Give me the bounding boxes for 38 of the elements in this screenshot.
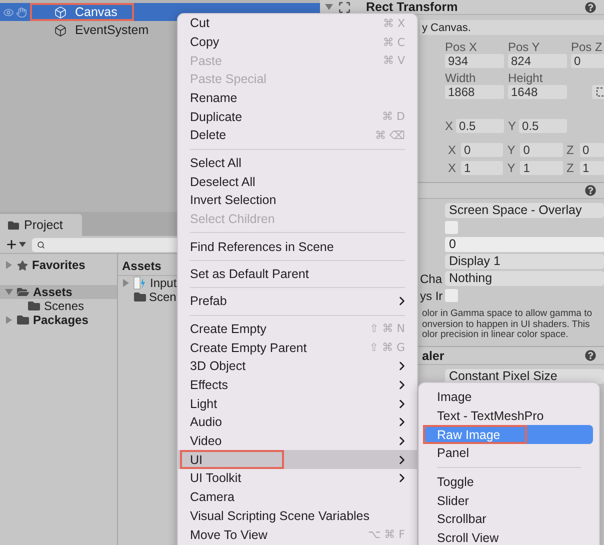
- shortcut-text: ⌘ D: [382, 110, 405, 124]
- field-label: Pos X: [445, 40, 478, 54]
- field-label: Width: [445, 71, 477, 85]
- field-label: Pos Y: [508, 40, 541, 54]
- axis-label: Z: [566, 143, 575, 157]
- object-name: Canvas: [75, 5, 118, 19]
- note-text: y Canvas.: [422, 22, 471, 34]
- axis-label: Y: [507, 143, 516, 157]
- tree-label: Assets: [33, 285, 72, 299]
- shortcut-text: ⌘ V: [382, 54, 405, 68]
- axis-label: Z: [566, 161, 575, 175]
- help-text: olor in Gamma space to allow gamma to onversion to happen in UI shaders. This olor precision in linear color space.: [421, 307, 594, 342]
- menu-item: Select Children: [189, 211, 276, 228]
- property-label: ys Ir: [420, 288, 444, 302]
- asset-label: Scen: [149, 290, 176, 304]
- component-title: aler: [422, 348, 444, 362]
- axis-label: Y: [508, 119, 516, 133]
- axis-label: Y: [507, 161, 516, 175]
- object-name: EventSystem: [75, 23, 149, 37]
- menu-item: Paste Special: [189, 71, 268, 88]
- axis-label: X: [448, 161, 458, 175]
- shortcut-text: ⌘ C: [382, 36, 405, 49]
- shortcut-text: ⇧ ⌘ G: [369, 341, 405, 354]
- shortcut-text: ⌘ X: [382, 16, 405, 30]
- tree-label: Scenes: [44, 299, 84, 313]
- asset-label: Input: [150, 276, 177, 290]
- tree-label: Favorites: [32, 258, 86, 272]
- shortcut-text: ⌥ ⌘ F: [368, 528, 405, 542]
- axis-label: X: [445, 119, 454, 133]
- component-title: Rect Transform: [366, 0, 458, 14]
- shortcut-text: ⇧ ⌘ N: [370, 322, 405, 336]
- property-label: Cha: [420, 272, 444, 286]
- tree-label: Packages: [33, 313, 88, 327]
- field-label: Pos Z: [571, 40, 604, 54]
- field-label: Height: [508, 71, 544, 85]
- shortcut-text: ⌘ ⌫: [374, 128, 405, 142]
- menu-item: Paste ⌘ V: [189, 52, 406, 70]
- axis-label: X: [448, 143, 458, 157]
